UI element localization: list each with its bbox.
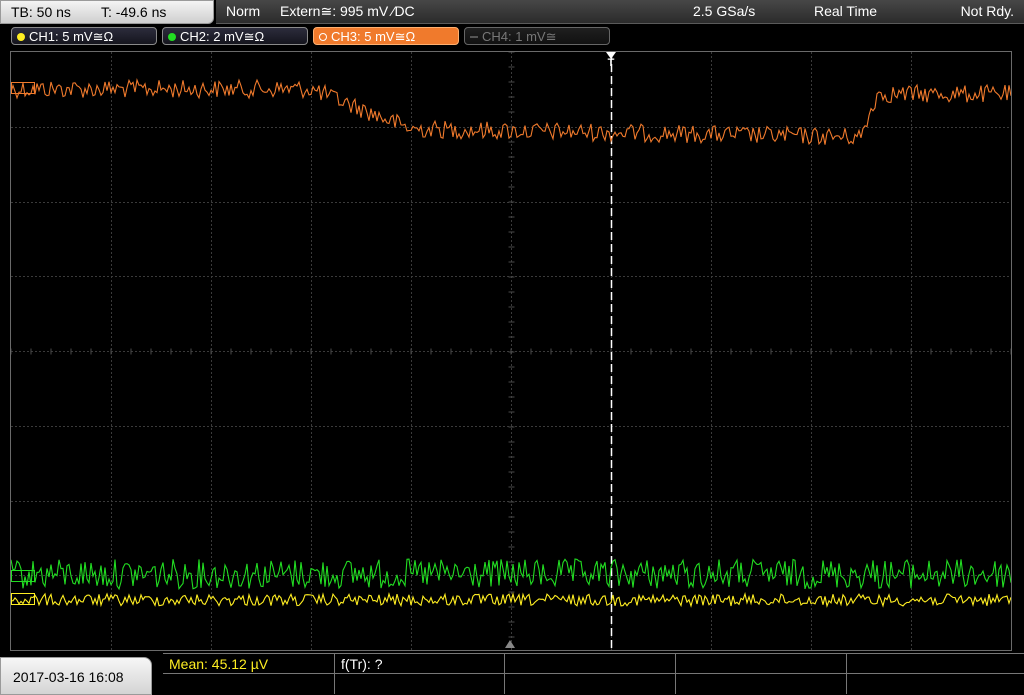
ch2-color-dot xyxy=(168,33,176,41)
ch2-label: CH2: 2 mV≅Ω xyxy=(180,29,265,44)
measurement-slot-6[interactable] xyxy=(163,674,335,694)
ch4-label: CH4: 1 mV≅ xyxy=(482,29,557,44)
measurement-slot-3[interactable] xyxy=(505,654,676,674)
measurement-slot-4[interactable] xyxy=(676,654,847,674)
ch4-off-dash xyxy=(470,36,478,38)
ch1-reference-marker[interactable] xyxy=(11,593,35,605)
measurement-slot-7[interactable] xyxy=(335,674,505,694)
measurement-slot-5[interactable] xyxy=(847,654,1024,674)
acquisition-mode[interactable]: Real Time xyxy=(814,0,877,23)
tab-ch1[interactable]: CH1: 5 mV≅Ω xyxy=(11,27,157,45)
trigger-mode[interactable]: Norm xyxy=(226,0,260,23)
ch3-color-dot xyxy=(319,33,327,41)
measurement-slot-8[interactable] xyxy=(505,674,676,694)
trigger-offset-readout: T: -49.6 ns xyxy=(101,4,167,20)
waveform-display[interactable] xyxy=(10,51,1012,651)
ch2-reference-marker[interactable] xyxy=(11,570,35,582)
oscilloscope-screen: TB: 50 ns T: -49.6 ns Norm Extern≅: 995 … xyxy=(0,0,1024,695)
run-state: Not Rdy. xyxy=(960,3,1014,19)
acquisition-status-bar: Norm Extern≅: 995 mV ⁄DC 2.5 GSa/s Real … xyxy=(216,0,1024,24)
tab-ch3[interactable]: CH3: 5 mV≅Ω xyxy=(313,27,459,45)
datetime-display: 2017-03-16 16:08 xyxy=(0,657,152,695)
ch1-color-dot xyxy=(17,33,25,41)
trigger-source[interactable]: Extern≅: 995 mV ⁄DC xyxy=(280,0,415,23)
tab-ch4[interactable]: CH4: 1 mV≅ xyxy=(464,27,610,45)
measurement-ftr[interactable]: f(Tr): ? xyxy=(335,654,505,674)
trigger-position-marker[interactable]: T xyxy=(604,52,618,69)
horizontal-center-marker xyxy=(505,640,515,648)
ch1-label: CH1: 5 mV≅Ω xyxy=(29,29,114,44)
measurement-table: Mean: 45.12 µV f(Tr): ? xyxy=(163,653,1024,695)
measurement-slot-10[interactable] xyxy=(847,674,1024,694)
sample-rate: 2.5 GSa/s xyxy=(693,3,756,19)
measurement-slot-9[interactable] xyxy=(676,674,847,694)
measurement-mean[interactable]: Mean: 45.12 µV xyxy=(163,654,335,674)
trigger-symbol: T xyxy=(607,57,615,69)
timebase-box[interactable]: TB: 50 ns T: -49.6 ns xyxy=(0,0,214,24)
tab-ch2[interactable]: CH2: 2 mV≅Ω xyxy=(162,27,308,45)
timebase-readout: TB: 50 ns xyxy=(11,4,71,20)
waveform-canvas xyxy=(11,52,1011,650)
channel-bar: CH1: 5 mV≅Ω CH2: 2 mV≅Ω CH3: 5 mV≅Ω CH4:… xyxy=(0,24,1024,49)
top-status-bar: TB: 50 ns T: -49.6 ns Norm Extern≅: 995 … xyxy=(0,0,1024,24)
ch3-reference-marker[interactable] xyxy=(11,82,35,94)
bottom-bar: 2017-03-16 16:08 Mean: 45.12 µV f(Tr): ? xyxy=(0,653,1024,695)
ch3-label: CH3: 5 mV≅Ω xyxy=(331,29,416,44)
